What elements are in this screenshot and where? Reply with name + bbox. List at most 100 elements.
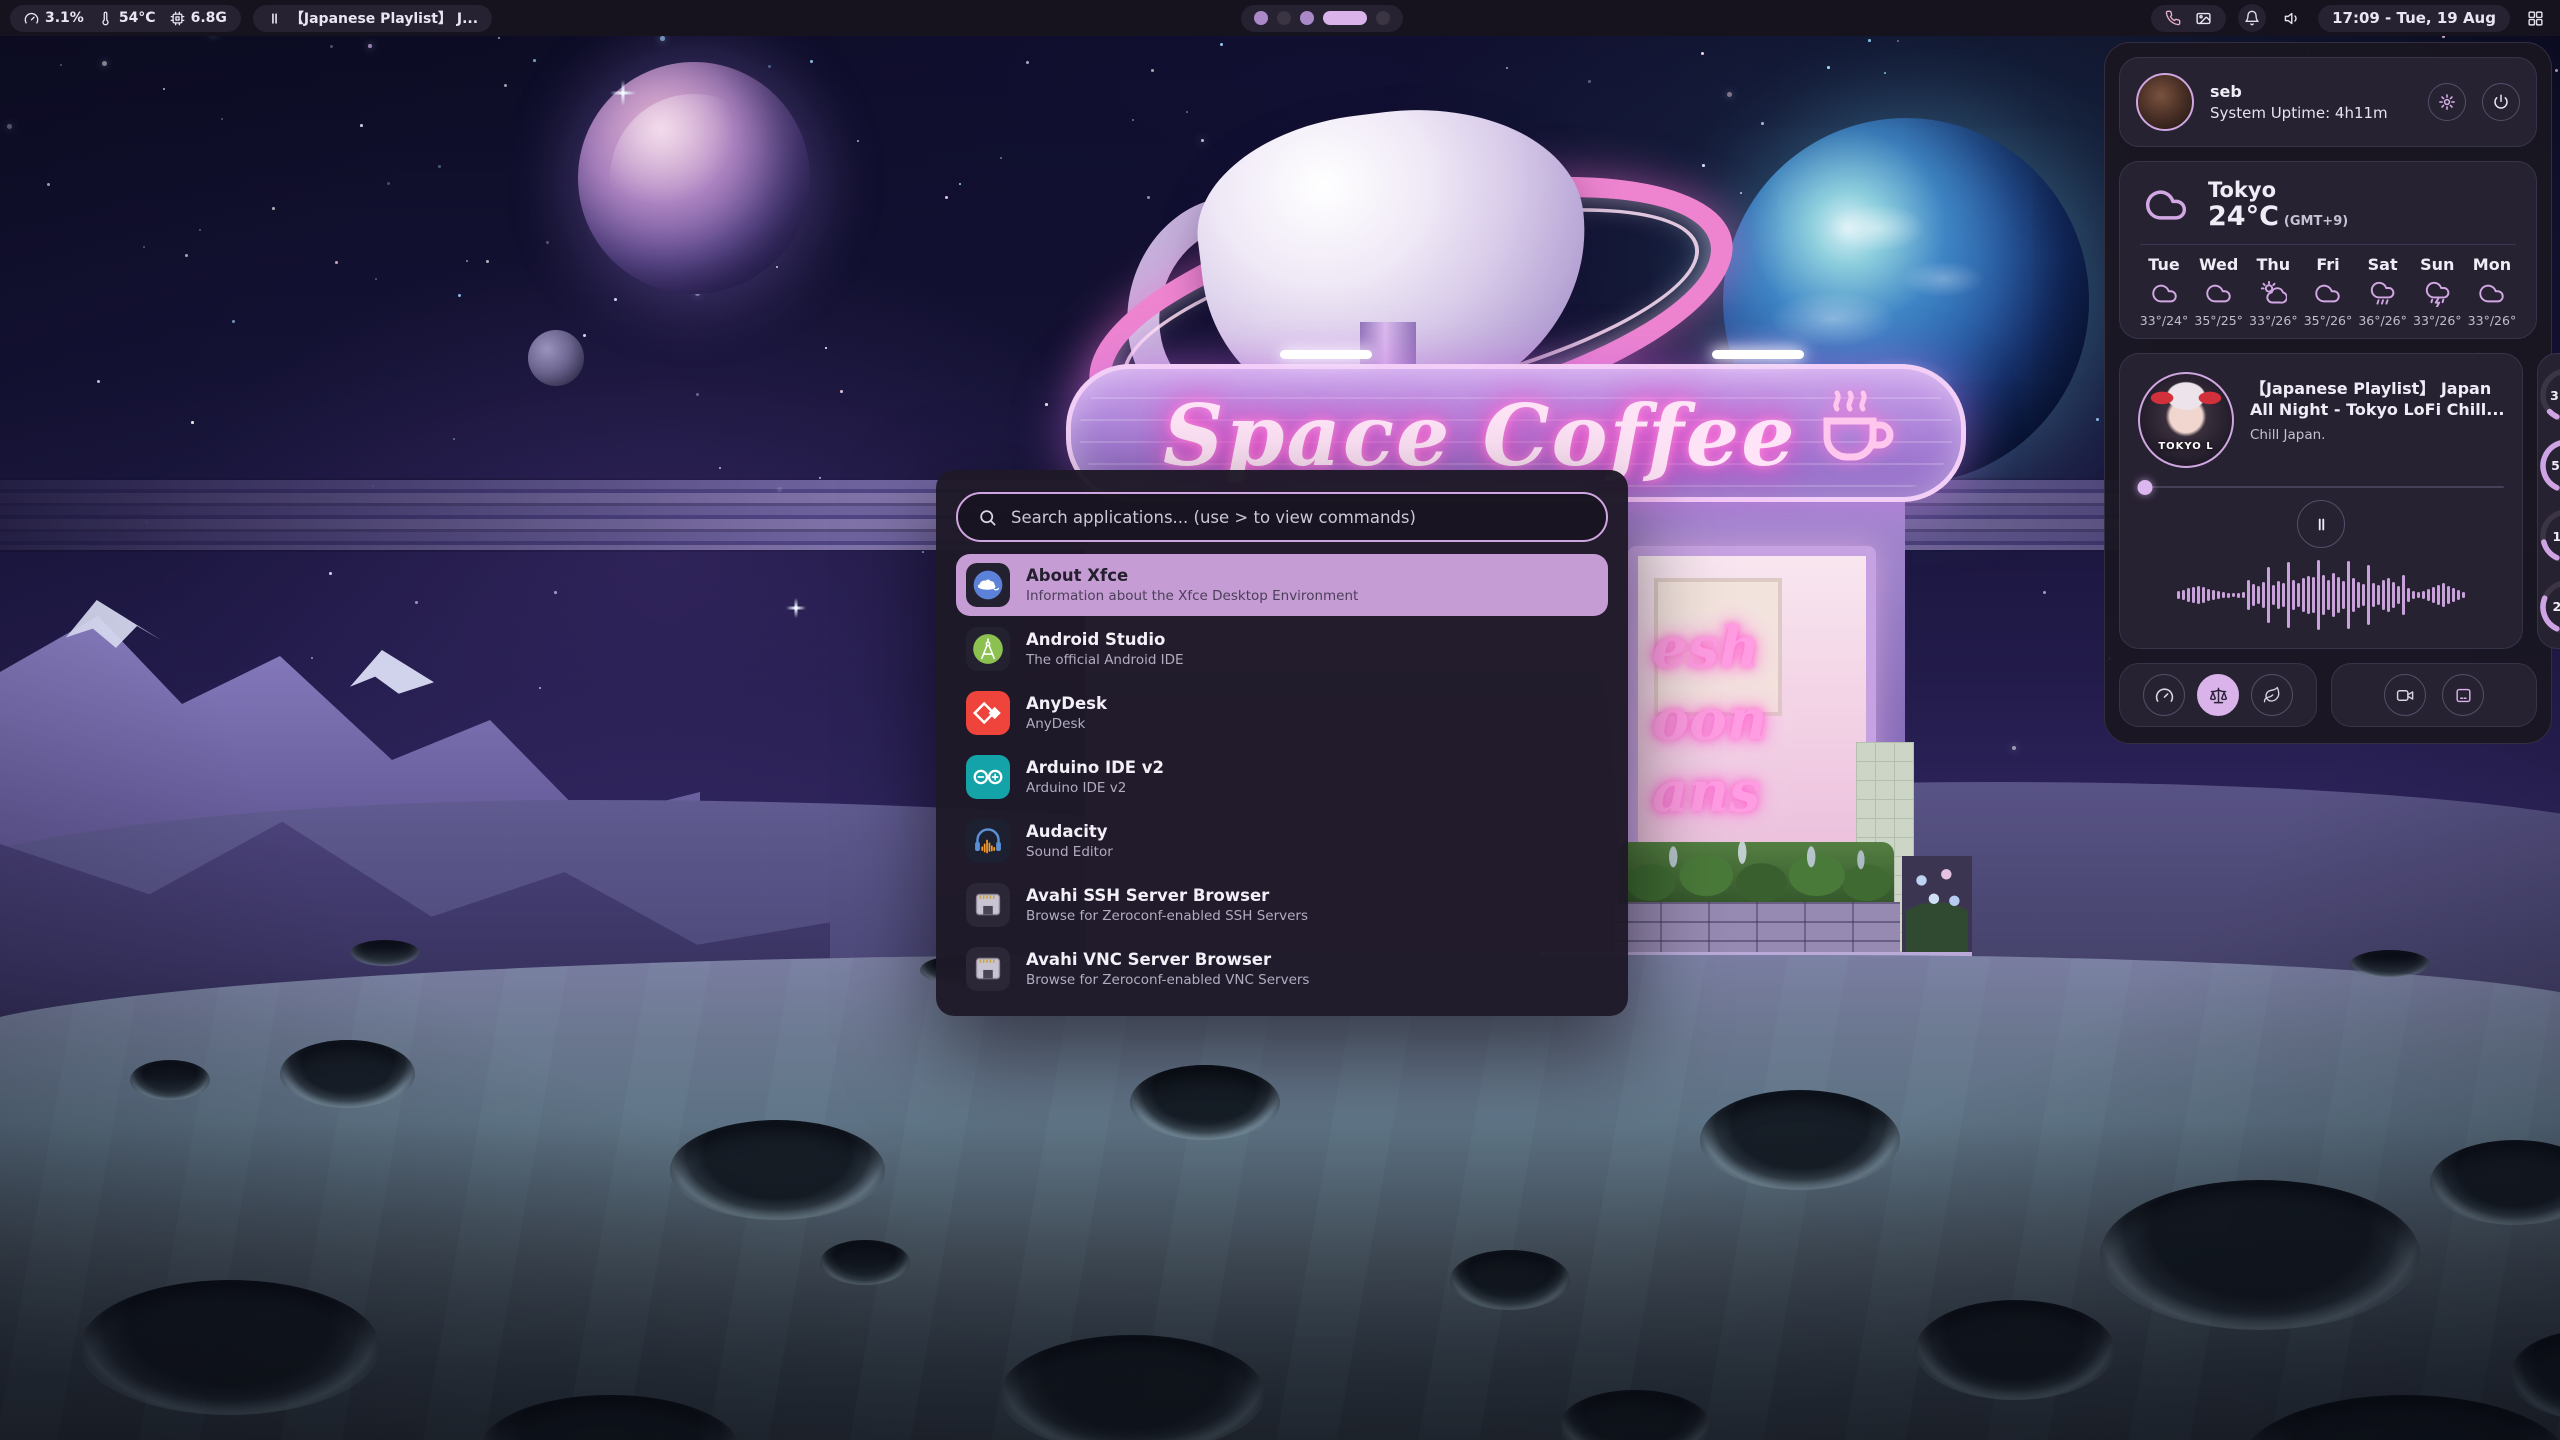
forecast-temps: 33°/26° [2413,313,2462,328]
app-list-item[interactable]: Avahi SSH Server BrowserBrowse for Zeroc… [956,874,1608,936]
anydesk-app-icon [966,691,1010,735]
top-bar-left: 3.1%54°C6.8G 【Japanese Playlist】 J... [10,5,492,32]
arduino-app-icon [966,755,1010,799]
waveform-bar [2362,584,2365,606]
clock[interactable]: 17:09 - Tue, 19 Aug [2318,5,2510,32]
powersave-profile-button[interactable] [2251,674,2293,716]
waveform-bar [2392,582,2395,608]
waveform-bar [2437,585,2440,605]
now-playing-label: 【Japanese Playlist】 J... [290,8,478,28]
waveform-bar [2222,592,2225,598]
track-progress-bar[interactable] [2138,486,2504,488]
stat-value: 3.1% [45,10,84,26]
stat-value: 54°C [119,10,156,26]
app-list-item[interactable]: AnyDeskAnyDesk [956,682,1608,744]
waveform-bar [2347,561,2350,629]
waveform-bar [2427,589,2430,601]
volume-button[interactable] [2278,4,2306,32]
workspace-dot-1[interactable] [1254,11,1268,25]
power-button[interactable] [2482,83,2520,121]
search-input[interactable] [1009,507,1586,528]
now-playing-pill[interactable]: 【Japanese Playlist】 J... [253,5,492,32]
waveform-bar [2307,576,2310,614]
top-bar: 3.1%54°C6.8G 【Japanese Playlist】 J... [0,0,2560,36]
audio-visualizer [2138,560,2504,630]
app-name: AnyDesk [1026,694,1107,714]
gauge-chip: 14% [2538,507,2560,565]
app-text: Avahi SSH Server BrowserBrowse for Zeroc… [1026,886,1308,925]
screen-record-button[interactable] [2384,674,2426,716]
user-card: seb System Uptime: 4h11m [2119,57,2537,147]
volume-icon [2284,10,2301,27]
app-text: AudacitySound Editor [1026,822,1113,861]
pause-button[interactable] [2297,500,2345,548]
waveform-bar [2262,582,2265,608]
forecast-temps: 33°/26° [2249,313,2298,328]
workspace-dot-3[interactable] [1300,11,1314,25]
workspace-indicator[interactable] [1241,5,1403,32]
pause-icon [267,11,282,26]
xfce-app-icon [966,563,1010,607]
app-text: About XfceInformation about the Xfce Des… [1026,566,1358,605]
performance-profile-button[interactable] [2143,674,2185,716]
workspace-dot-2[interactable] [1277,11,1291,25]
app-description: Browse for Zeroconf-enabled VNC Servers [1026,972,1309,989]
weather-temperature: 24°C [2208,202,2279,232]
workspace-dot-4[interactable] [1323,11,1367,25]
waveform-bar [2217,591,2220,599]
system-stats-pill[interactable]: 3.1%54°C6.8G [10,5,241,32]
thermometer-icon [98,11,113,26]
app-text: Android StudioThe official Android IDE [1026,630,1184,669]
screenshot-button[interactable] [2442,674,2484,716]
app-list-item[interactable]: Android StudioThe official Android IDE [956,618,1608,680]
app-name: Audacity [1026,822,1113,842]
waveform-bar [2417,592,2420,598]
app-launcher: About XfceInformation about the Xfce Des… [936,470,1628,1016]
waveform-bar [2302,578,2305,612]
forecast-day-label: Fri [2316,255,2339,274]
rain-icon [2369,280,2396,307]
forecast-day: Wed35°/25° [2195,255,2243,328]
chip-icon [170,11,185,26]
app-grid-button[interactable] [2522,4,2550,32]
gauge-icon [2155,686,2174,705]
workspace-dot-5[interactable] [1376,11,1390,25]
app-list-item[interactable]: AudacitySound Editor [956,810,1608,872]
waveform-bar [2197,586,2200,604]
waveform-bar [2372,583,2375,607]
waveform-bar [2227,593,2230,598]
settings-button[interactable] [2428,83,2466,121]
waveform-bar [2237,593,2240,598]
waveform-bar [2462,592,2465,598]
power-profiles-card [2119,663,2317,727]
avatar[interactable] [2136,73,2194,131]
forecast-temps: 36°/26° [2358,313,2407,328]
phone-link-icon[interactable] [2165,10,2181,26]
waveform-bar [2212,590,2215,600]
video-camera-icon [2396,686,2415,705]
audacity-app-icon [966,819,1010,863]
forecast-day-label: Thu [2256,255,2290,274]
wallpaper-icon[interactable] [2195,10,2212,27]
app-list-item[interactable]: About XfceInformation about the Xfce Des… [956,554,1608,616]
progress-handle[interactable] [2138,480,2153,495]
music-player-card: TOKYO L 【Japanese Playlist】 Japan All Ni… [2119,353,2523,649]
gauge-disk: 24% [2538,578,2560,636]
balanced-profile-button[interactable] [2197,674,2239,716]
forecast-day-label: Sat [2368,255,2398,274]
gauge-value: 14% [2538,507,2560,565]
waveform-bar [2422,591,2425,599]
app-list-item[interactable]: Avahi VNC Server BrowserBrowse for Zeroc… [956,938,1608,1000]
gauge-value: 54°C [2538,437,2560,495]
search-bar[interactable] [956,492,1608,542]
power-icon [2492,93,2510,111]
forecast-day-label: Sun [2420,255,2454,274]
forecast-day: Thu 33°/26° [2249,255,2297,328]
app-list-item[interactable]: Arduino IDE v2Arduino IDE v2 [956,746,1608,808]
search-icon [978,508,997,527]
waveform-bar [2367,565,2370,625]
waveform-bar [2232,593,2235,597]
album-art[interactable]: TOKYO L [2138,372,2234,468]
notifications-button[interactable] [2238,4,2266,32]
scales-icon [2209,686,2228,705]
